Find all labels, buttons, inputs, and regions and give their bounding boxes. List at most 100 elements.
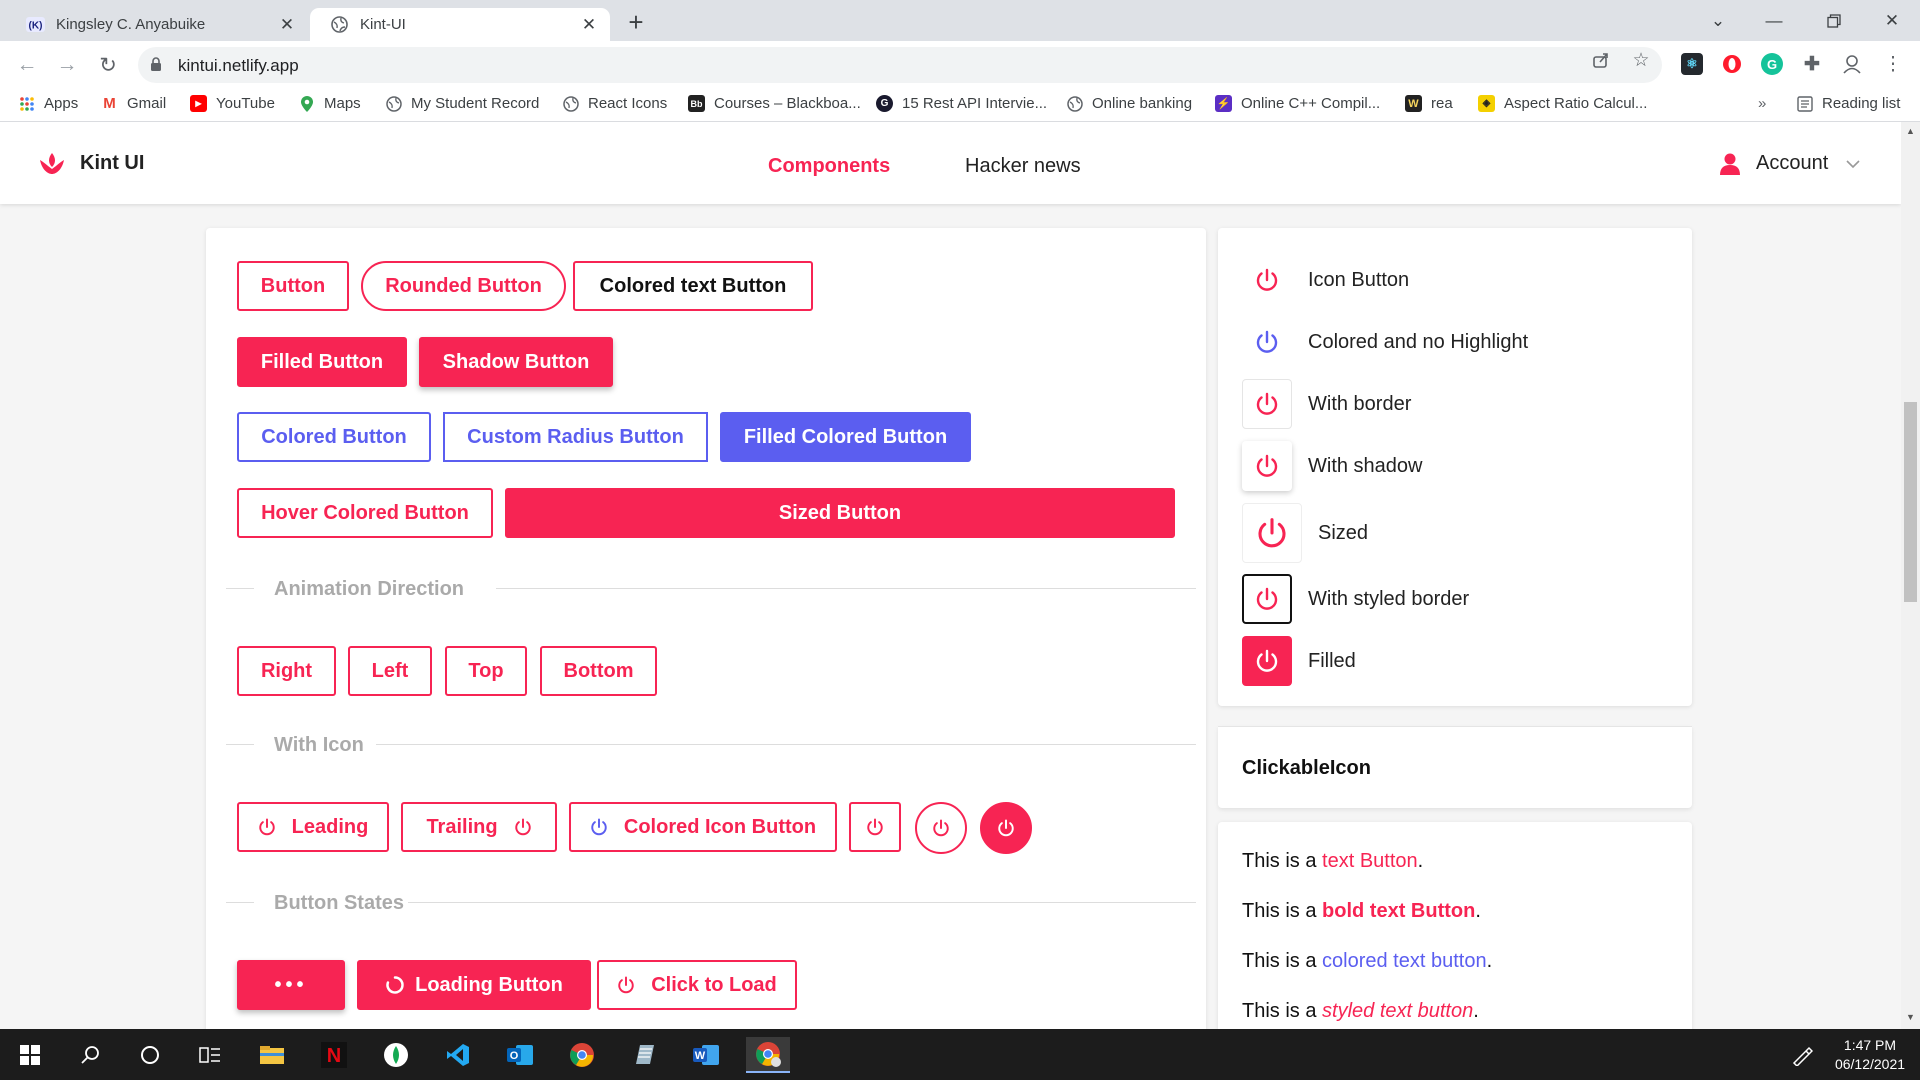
forward-icon[interactable]: → xyxy=(53,51,81,79)
bookmark-cpp-compiler[interactable]: ⚡ Online C++ Compil... xyxy=(1215,95,1380,112)
nav-hacker-news[interactable]: Hacker news xyxy=(965,155,1081,178)
bookmark-blackboard[interactable]: Bb Courses – Blackboa... xyxy=(688,95,861,112)
close-window-icon[interactable]: ✕ xyxy=(1864,0,1920,41)
bookmark-online-banking[interactable]: Online banking xyxy=(1066,95,1192,112)
reload-icon[interactable]: ↻ xyxy=(94,51,122,79)
mongodb-compass-icon[interactable] xyxy=(374,1037,418,1073)
brand[interactable]: Kint UI xyxy=(38,150,144,176)
icon-button-item: Icon Button xyxy=(1242,255,1409,305)
button-anim-left[interactable]: Left xyxy=(348,646,432,696)
icon-only-button[interactable] xyxy=(849,802,901,852)
share-icon[interactable] xyxy=(1590,49,1612,71)
button-filled-colored[interactable]: Filled Colored Button xyxy=(720,412,971,462)
chevron-down-icon xyxy=(1846,156,1860,172)
close-tab-icon[interactable]: ✕ xyxy=(578,14,600,36)
notes-app-icon[interactable] xyxy=(622,1037,666,1073)
button-colored-icon[interactable]: Colored Icon Button xyxy=(569,802,837,852)
react-devtools-icon[interactable]: ⚛ xyxy=(1681,53,1703,75)
word-icon[interactable]: W xyxy=(684,1037,728,1073)
opera-icon[interactable] xyxy=(1721,53,1743,75)
scroll-up-icon[interactable]: ▲ xyxy=(1906,126,1915,136)
vscode-icon[interactable] xyxy=(436,1037,480,1073)
page-scrollbar[interactable]: ▲ ▼ xyxy=(1901,122,1920,1029)
profile-avatar-icon[interactable] xyxy=(1841,53,1863,75)
windows-start-icon[interactable] xyxy=(8,1037,52,1073)
button-colored[interactable]: Colored Button xyxy=(237,412,431,462)
button-anim-bottom[interactable]: Bottom xyxy=(540,646,657,696)
power-icon[interactable] xyxy=(1242,379,1292,429)
lock-icon xyxy=(150,57,162,77)
search-icon[interactable] xyxy=(68,1037,112,1073)
back-icon[interactable]: ← xyxy=(13,51,41,79)
tab-kingsley[interactable]: (K) Kingsley C. Anyabuike ✕ xyxy=(6,8,308,41)
bookmark-gmail[interactable]: M Gmail xyxy=(101,95,166,112)
button-colored-text[interactable]: Colored text Button xyxy=(573,261,813,311)
system-clock[interactable]: 1:47 PM 06/12/2021 xyxy=(1830,1036,1910,1074)
bookmark-rest-api[interactable]: G 15 Rest API Intervie... xyxy=(876,95,1047,112)
button-click-to-load[interactable]: Click to Load xyxy=(597,960,797,1010)
tab-search-icon[interactable]: ⌄ xyxy=(1690,0,1746,41)
grammarly-icon[interactable]: G xyxy=(1761,53,1783,75)
text-button-line: This is a styled text button. xyxy=(1242,1000,1479,1022)
icon-circle-button[interactable] xyxy=(915,802,967,854)
outlook-icon[interactable]: O xyxy=(498,1037,542,1073)
clickable-icon-heading: ClickableIcon xyxy=(1242,757,1371,779)
extensions-puzzle-icon[interactable]: ✚ xyxy=(1801,53,1823,75)
file-explorer-icon[interactable] xyxy=(250,1037,294,1073)
power-icon[interactable] xyxy=(1242,636,1292,686)
power-icon[interactable] xyxy=(1242,255,1292,305)
button-filled[interactable]: Filled Button xyxy=(237,337,407,387)
clock-time: 1:47 PM xyxy=(1843,1037,1897,1053)
button-sized[interactable]: Sized Button xyxy=(505,488,1175,538)
address-bar[interactable]: kintui.netlify.app xyxy=(138,47,1662,83)
bookmark-aspect-ratio[interactable]: ◈ Aspect Ratio Calcul... xyxy=(1478,95,1647,112)
button-anim-right[interactable]: Right xyxy=(237,646,336,696)
button-loading[interactable]: Loading Button xyxy=(357,960,591,1010)
cortana-icon[interactable] xyxy=(128,1037,172,1073)
text-button-link[interactable]: text Button xyxy=(1322,850,1418,872)
button-hover-colored[interactable]: Hover Colored Button xyxy=(237,488,493,538)
button-rounded[interactable]: Rounded Button xyxy=(361,261,566,311)
bookmark-rea[interactable]: Wrea xyxy=(1405,95,1453,112)
button-shadow[interactable]: Shadow Button xyxy=(419,337,613,387)
reading-list-button[interactable]: Reading list xyxy=(1796,95,1900,112)
close-tab-icon[interactable]: ✕ xyxy=(276,14,298,36)
power-icon[interactable] xyxy=(1242,317,1292,367)
pen-workspace-icon[interactable] xyxy=(1784,1037,1820,1073)
button-trailing-icon[interactable]: Trailing xyxy=(401,802,557,852)
power-icon[interactable] xyxy=(1242,574,1292,624)
nav-components[interactable]: Components xyxy=(768,155,890,178)
bookmark-star-icon[interactable]: ☆ xyxy=(1630,49,1652,71)
restore-icon[interactable] xyxy=(1806,0,1862,41)
colored-text-button-link[interactable]: colored text button xyxy=(1322,950,1487,972)
bookmark-react-icons[interactable]: React Icons xyxy=(562,95,667,112)
button-leading-icon[interactable]: Leading xyxy=(237,802,389,852)
new-tab-button[interactable]: + xyxy=(622,7,650,37)
task-view-icon[interactable] xyxy=(188,1037,232,1073)
bookmark-maps[interactable]: Maps xyxy=(298,95,361,112)
minimize-icon[interactable]: — xyxy=(1746,0,1802,41)
svg-text:(K): (K) xyxy=(29,21,43,32)
power-icon[interactable] xyxy=(1242,441,1292,491)
account-menu[interactable]: Account xyxy=(1720,152,1860,175)
chrome-active-icon[interactable] xyxy=(746,1037,790,1073)
chrome-icon[interactable] xyxy=(560,1037,604,1073)
styled-text-button-link[interactable]: styled text button xyxy=(1322,1000,1473,1022)
power-icon xyxy=(590,818,608,836)
button-anim-top[interactable]: Top xyxy=(445,646,527,696)
button-basic[interactable]: Button xyxy=(237,261,349,311)
bookmark-youtube[interactable]: ▶ YouTube xyxy=(190,95,275,112)
scroll-down-icon[interactable]: ▼ xyxy=(1906,1012,1915,1022)
tab-kint-ui[interactable]: Kint-UI ✕ xyxy=(310,8,610,41)
scrollbar-thumb[interactable] xyxy=(1904,402,1917,602)
bold-text-button-link[interactable]: bold text Button xyxy=(1322,900,1475,922)
button-loading-dots[interactable]: ••• xyxy=(237,960,345,1010)
bookmark-apps[interactable]: Apps xyxy=(18,95,78,112)
icon-circle-filled-button[interactable] xyxy=(980,802,1032,854)
bookmark-student-record[interactable]: My Student Record xyxy=(385,95,539,112)
kebab-menu-icon[interactable]: ⋮ xyxy=(1882,53,1904,75)
bookmarks-overflow-button[interactable]: » xyxy=(1758,95,1766,112)
power-icon[interactable] xyxy=(1242,503,1302,563)
button-custom-radius[interactable]: Custom Radius Button xyxy=(443,412,708,462)
netflix-icon[interactable]: N xyxy=(312,1037,356,1073)
